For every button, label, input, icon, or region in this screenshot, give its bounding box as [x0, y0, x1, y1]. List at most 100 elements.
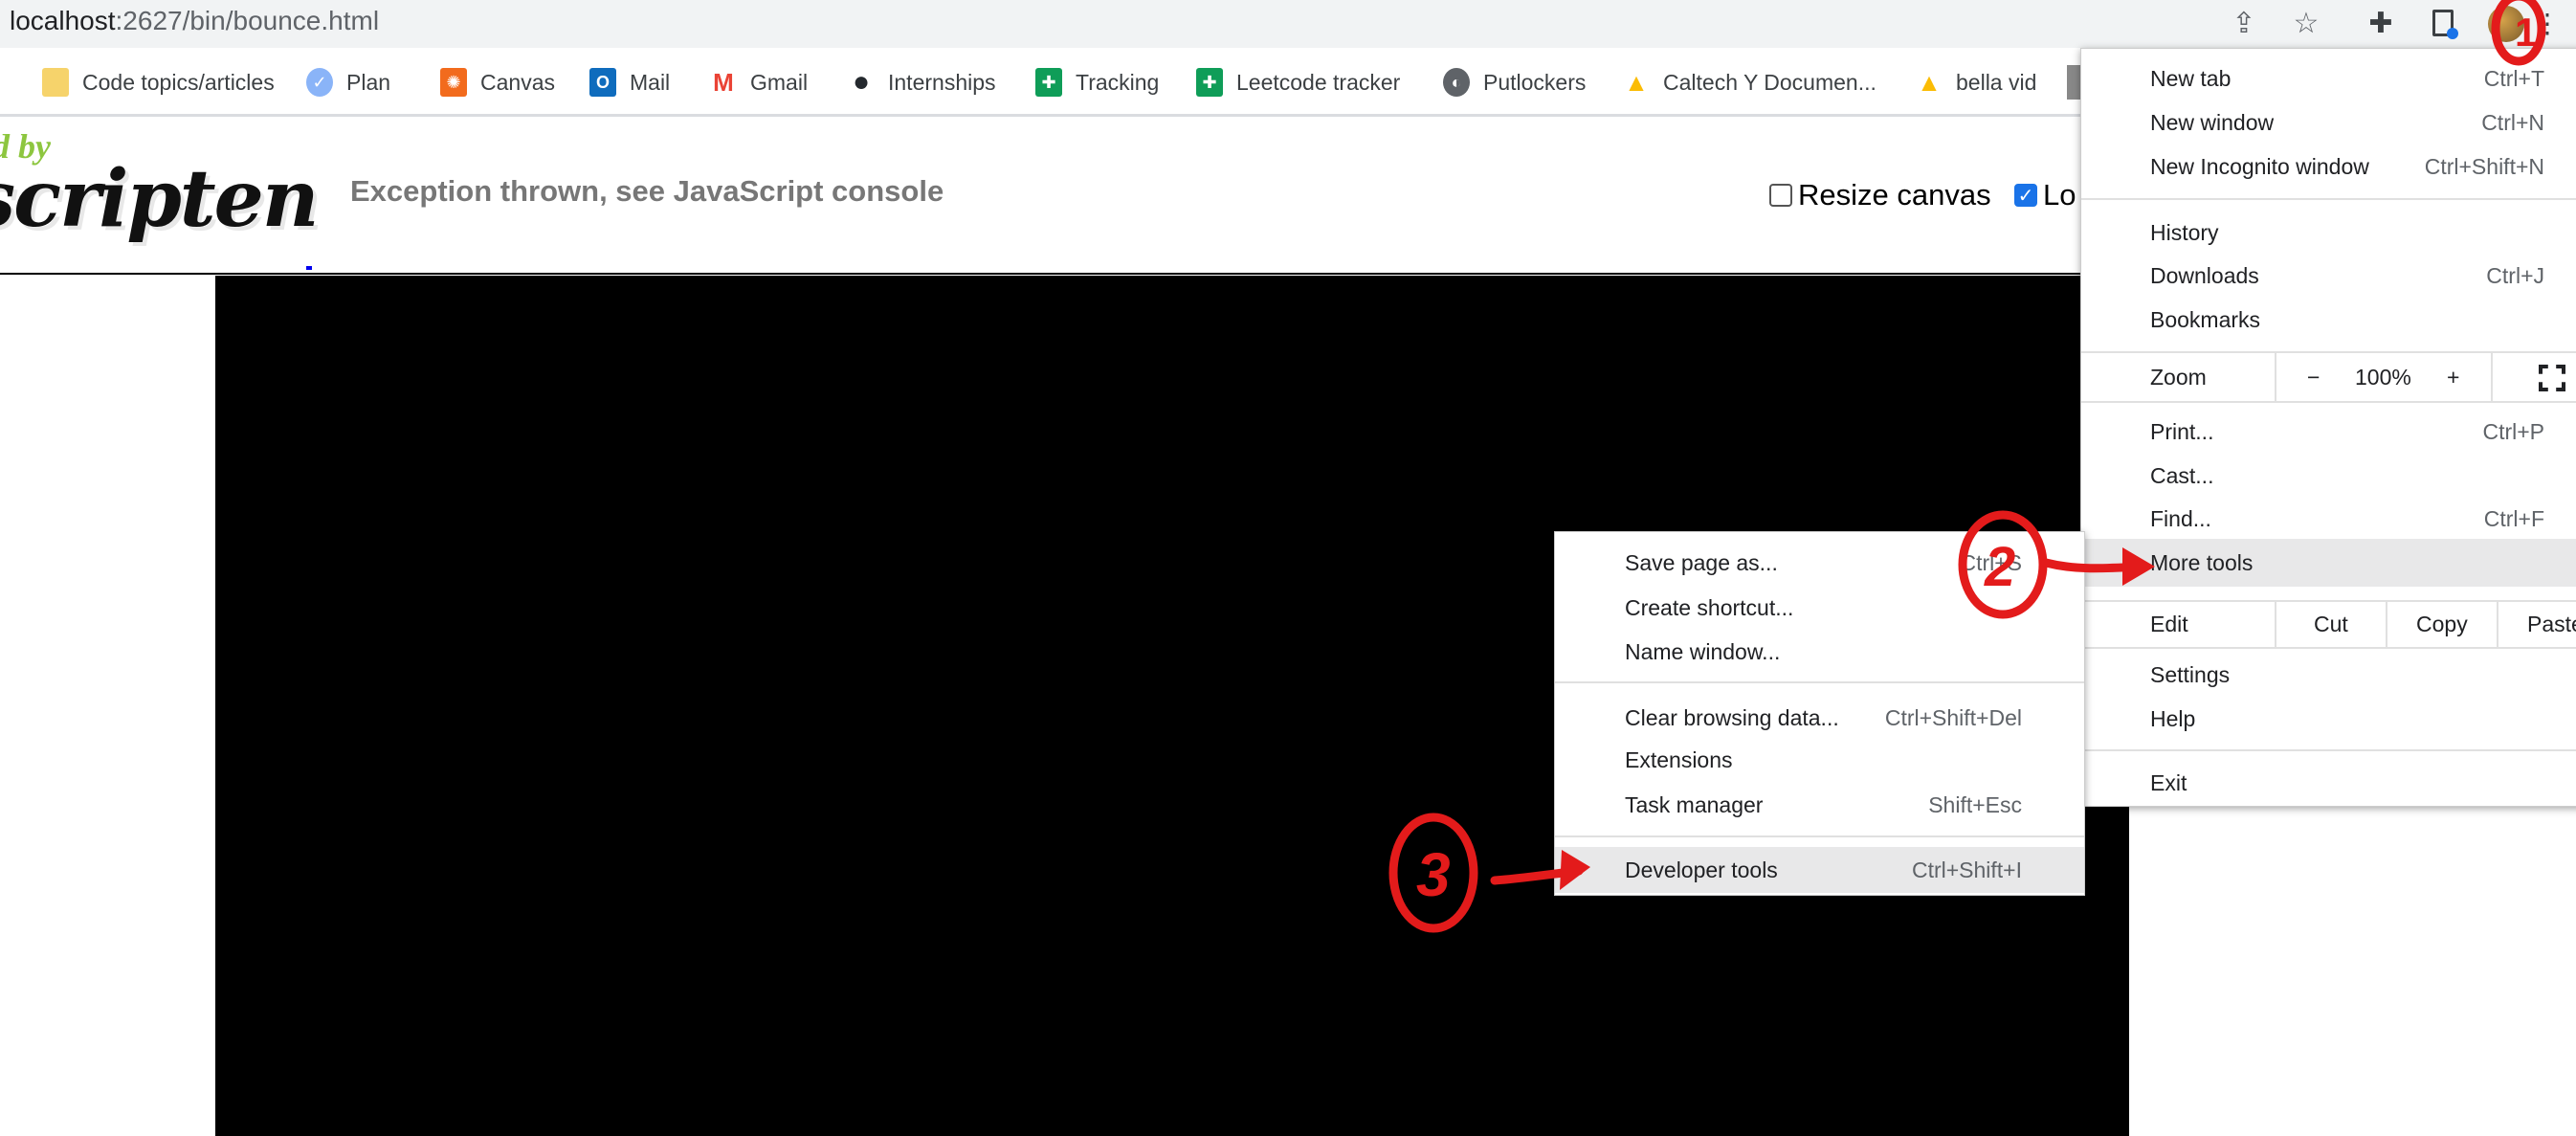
- chrome-menu: New tab Ctrl+T New window Ctrl+N New Incog…: [2080, 48, 2576, 807]
- bookmark-label: Caltech Y Documen...: [1663, 69, 1876, 95]
- canvas-icon: ✺: [440, 68, 467, 97]
- menu-find[interactable]: Find... Ctrl+F: [2081, 497, 2576, 541]
- copy-button[interactable]: Copy: [2416, 612, 2468, 637]
- menu-settings[interactable]: Settings: [2081, 653, 2576, 697]
- label: Save page as...: [1625, 549, 1778, 575]
- bookmark-bella-vid[interactable]: ▲ bella vid: [1916, 65, 2036, 100]
- folder-icon: [42, 68, 69, 97]
- kebab-menu-icon[interactable]: ⋮: [2534, 6, 2561, 40]
- label: Help: [2150, 705, 2196, 731]
- bookmark-code-topics-articles[interactable]: Code topics/articles: [42, 65, 275, 100]
- sheets-icon: ✚: [1196, 68, 1223, 97]
- menu-history[interactable]: History: [2081, 211, 2576, 255]
- label: Exit: [2150, 769, 2187, 795]
- bookmark-putlockers[interactable]: ◐ Putlockers: [1443, 65, 1586, 100]
- bookmark-label: Code topics/articles: [82, 69, 275, 95]
- globe-icon: ◐: [1443, 68, 1470, 97]
- paste-button[interactable]: Paste: [2527, 612, 2576, 637]
- menu-exit[interactable]: Exit: [2081, 761, 2576, 805]
- extensions-puzzle-icon[interactable]: ✚: [2364, 6, 2398, 40]
- link-dot[interactable]: [306, 266, 312, 270]
- shortcut: Ctrl+J: [2486, 262, 2544, 288]
- submenu-save-page[interactable]: Save page as... Ctrl+S: [1555, 541, 2084, 585]
- shortcut: Ctrl+Shift+Del: [1884, 704, 2022, 730]
- menu-new-window[interactable]: New window Ctrl+N: [2081, 100, 2576, 145]
- submenu-clear-browsing-data[interactable]: Clear browsing data... Ctrl+Shift+Del: [1555, 696, 2084, 740]
- label: Name window...: [1625, 638, 1781, 664]
- zoom-out-button[interactable]: −: [2307, 365, 2320, 390]
- resize-canvas-checkbox[interactable]: Resize canvas: [1769, 178, 1991, 212]
- url-host: localhost: [10, 6, 116, 35]
- bookmark-label: Canvas: [480, 69, 555, 95]
- menu-new-tab[interactable]: New tab Ctrl+T: [2081, 56, 2576, 100]
- label: Settings: [2150, 661, 2231, 687]
- divider: [1555, 835, 2084, 837]
- label: New Incognito window: [2150, 153, 2369, 179]
- shortcut: Ctrl+Shift+N: [2424, 153, 2544, 179]
- shortcut: Ctrl+S: [1960, 549, 2022, 575]
- address-bar[interactable]: localhost:2627/bin/bounce.html: [0, 0, 2576, 48]
- avatar[interactable]: [2488, 6, 2524, 42]
- bookmark-label: Plan: [346, 69, 391, 95]
- submenu-developer-tools[interactable]: Developer tools Ctrl+Shift+I: [1555, 847, 2084, 893]
- menu-more-tools[interactable]: More tools: [2081, 539, 2576, 587]
- label: Edit: [2150, 612, 2188, 636]
- bookmark-mail[interactable]: O Mail: [589, 65, 670, 100]
- menu-print[interactable]: Print... Ctrl+P: [2081, 410, 2576, 454]
- divider: [2386, 602, 2387, 647]
- bookmark-plan[interactable]: ✓ Plan: [306, 65, 390, 100]
- cut-button[interactable]: Cut: [2314, 612, 2348, 637]
- submenu-name-window[interactable]: Name window...: [1555, 630, 2084, 674]
- url-text[interactable]: localhost:2627/bin/bounce.html: [10, 6, 379, 36]
- label: Zoom: [2150, 364, 2207, 390]
- bookmark-canvas[interactable]: ✺ Canvas: [440, 65, 555, 100]
- divider: [2081, 198, 2576, 200]
- bookmark-label: Putlockers: [1483, 69, 1587, 95]
- shortcut: Ctrl+T: [2483, 65, 2544, 91]
- star-icon[interactable]: ☆: [2289, 6, 2323, 40]
- menu-new-incognito[interactable]: New Incognito window Ctrl+Shift+N: [2081, 145, 2576, 189]
- submenu-extensions[interactable]: Extensions: [1555, 738, 2084, 782]
- submenu-create-shortcut[interactable]: Create shortcut...: [1555, 586, 2084, 630]
- label: Task manager: [1625, 791, 1764, 817]
- divider: [2275, 353, 2276, 401]
- menu-downloads[interactable]: Downloads Ctrl+J: [2081, 254, 2576, 298]
- label: Find...: [2150, 505, 2211, 531]
- zoom-in-button[interactable]: +: [2447, 365, 2459, 390]
- menu-cast[interactable]: Cast...: [2081, 454, 2576, 498]
- shortcut: Ctrl+Shift+I: [1911, 857, 2022, 882]
- bookmark-label: Gmail: [750, 69, 809, 95]
- bookmark-tracking[interactable]: ✚ Tracking: [1035, 65, 1159, 100]
- label: Downloads: [2150, 262, 2259, 288]
- submenu-task-manager[interactable]: Task manager Shift+Esc: [1555, 783, 2084, 827]
- shortcut: Ctrl+F: [2483, 505, 2544, 531]
- checkbox-checked[interactable]: ✓: [2014, 184, 2037, 207]
- bookmark-label: Leetcode tracker: [1236, 69, 1401, 95]
- bookmark-caltech-y-documen[interactable]: ▲ Caltech Y Documen...: [1623, 65, 1876, 100]
- checkbox-unchecked[interactable]: [1769, 184, 1792, 207]
- bookmark-internships[interactable]: ● Internships: [848, 65, 996, 100]
- label: Bookmarks: [2150, 306, 2261, 332]
- bookmark-gmail[interactable]: M Gmail: [710, 65, 808, 100]
- bookmark-label: bella vid: [1956, 69, 2037, 95]
- bookmark-image-thumbnail[interactable]: [2067, 65, 2080, 100]
- menu-zoom: Zoom − 100% +: [2081, 353, 2576, 401]
- menu-bookmarks[interactable]: Bookmarks: [2081, 298, 2576, 342]
- divider: [2275, 602, 2276, 647]
- fullscreen-icon[interactable]: [2539, 365, 2565, 391]
- outlook-icon: O: [589, 68, 616, 97]
- share-icon[interactable]: ⇪: [2227, 6, 2261, 40]
- menu-help[interactable]: Help: [2081, 697, 2576, 741]
- drive-icon: ▲: [1624, 67, 1649, 97]
- lock-pointer-checkbox[interactable]: ✓ Lo: [2014, 178, 2076, 212]
- divider: [2081, 401, 2576, 403]
- label: Print...: [2150, 418, 2214, 444]
- shortcut: Shift+Esc: [1928, 791, 2022, 817]
- label: Developer tools: [1625, 857, 1778, 882]
- bookmark-leetcode-tracker[interactable]: ✚ Leetcode tracker: [1196, 65, 1400, 100]
- status-message: Exception thrown, see JavaScript console: [350, 174, 944, 208]
- side-panel-icon[interactable]: [2426, 6, 2460, 40]
- shortcut: Ctrl+N: [2481, 109, 2544, 135]
- bookmark-label: Internships: [888, 69, 996, 95]
- bookmark-label: Tracking: [1076, 69, 1160, 95]
